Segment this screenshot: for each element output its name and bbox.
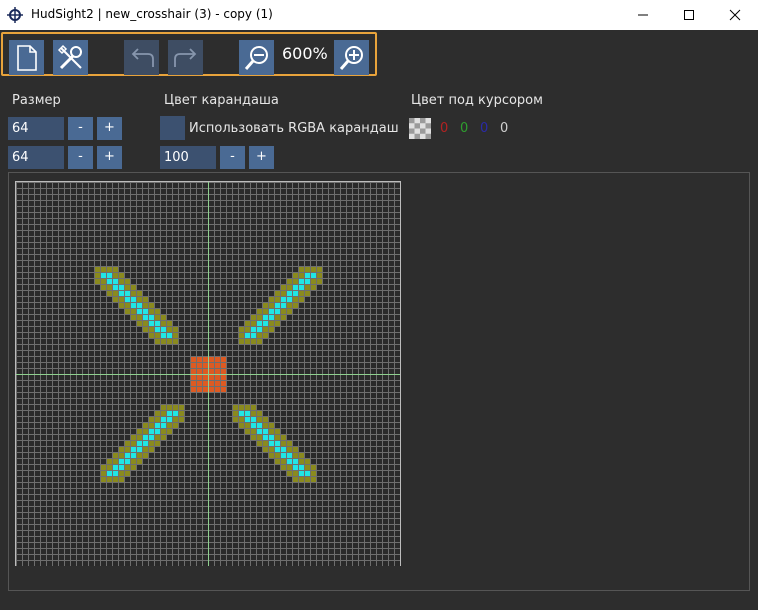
width-plus-button[interactable]: + (97, 117, 122, 140)
minimize-button[interactable] (620, 0, 666, 30)
cursor-red-value: 0 (440, 121, 449, 136)
pixel-canvas[interactable] (15, 181, 401, 566)
minimize-icon (638, 14, 648, 16)
rgba-pencil-label: Использовать RGBA карандаш (189, 121, 399, 136)
new-file-button[interactable] (9, 40, 44, 75)
maximize-icon (684, 10, 694, 20)
pencil-plus-button[interactable]: + (249, 146, 274, 169)
zoom-level: 600% (282, 44, 328, 63)
tools-icon (57, 44, 82, 69)
cursor-green-value: 0 (460, 121, 469, 136)
crosshair-app-icon (7, 7, 23, 23)
redo-button[interactable] (168, 40, 203, 75)
size-label: Размер (12, 93, 61, 108)
zoom-in-button[interactable] (334, 40, 369, 75)
cursor-color-label: Цвет под курсором (411, 93, 543, 108)
new-file-icon (16, 44, 37, 71)
close-button[interactable] (712, 0, 758, 30)
cursor-alpha-value: 0 (500, 121, 509, 136)
close-icon (729, 9, 741, 21)
zoom-out-button[interactable] (239, 40, 274, 75)
title-bar: HudSight2 | new_crosshair (3) - copy (1) (0, 0, 758, 30)
width-field[interactable]: 64 (8, 117, 64, 140)
height-plus-button[interactable]: + (97, 146, 122, 169)
toolbar: 600% (1, 32, 377, 76)
maximize-button[interactable] (666, 0, 712, 30)
pencil-minus-button[interactable]: - (220, 146, 245, 169)
pencil-value-field[interactable]: 100 (160, 146, 216, 169)
height-minus-button[interactable]: - (68, 146, 93, 169)
zoom-in-icon (339, 45, 363, 70)
redo-icon (173, 47, 196, 67)
transparency-swatch (409, 118, 431, 139)
width-minus-button[interactable]: - (68, 117, 93, 140)
window-title: HudSight2 | new_crosshair (3) - copy (1) (31, 7, 273, 21)
cursor-blue-value: 0 (480, 121, 489, 136)
undo-button[interactable] (124, 40, 159, 75)
rgba-pencil-checkbox[interactable] (160, 116, 185, 140)
pencil-color-label: Цвет карандаша (164, 93, 279, 108)
zoom-out-icon (244, 45, 268, 70)
height-field[interactable]: 64 (8, 146, 64, 169)
undo-icon (131, 47, 154, 67)
tools-button[interactable] (53, 40, 88, 75)
